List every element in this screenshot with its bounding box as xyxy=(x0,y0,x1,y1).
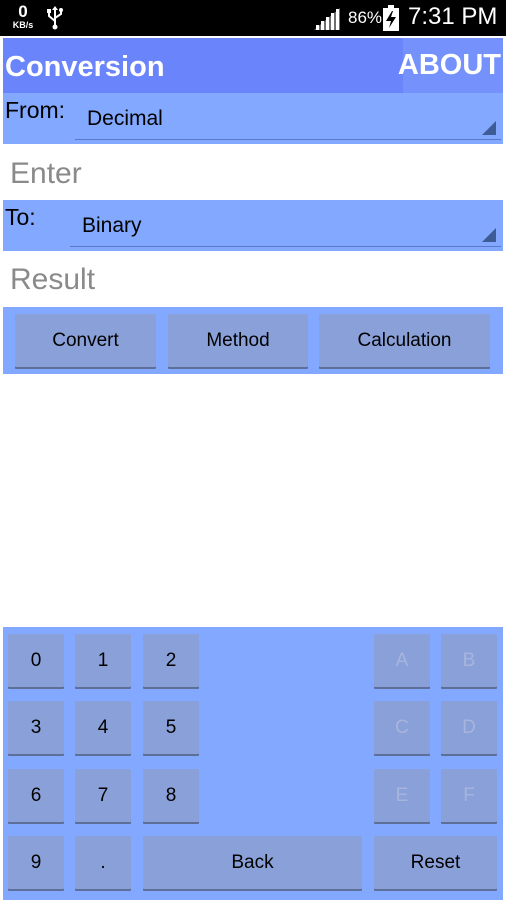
from-label: From: xyxy=(5,97,66,123)
from-dropdown[interactable]: Decimal xyxy=(75,95,501,140)
method-button[interactable]: Method xyxy=(168,314,308,367)
key-3[interactable]: 3 xyxy=(8,701,64,754)
key-f[interactable]: F xyxy=(441,769,497,822)
network-speed-value: 0 xyxy=(18,2,28,21)
key-dot[interactable]: . xyxy=(75,836,131,889)
app-title: Conversion xyxy=(5,51,165,83)
key-6[interactable]: 6 xyxy=(8,769,64,822)
convert-button[interactable]: Convert xyxy=(15,314,156,367)
to-label: To: xyxy=(5,204,36,230)
signal-icon xyxy=(314,8,340,35)
key-0[interactable]: 0 xyxy=(8,634,64,687)
action-bar: Convert Method Calculation xyxy=(3,307,503,374)
battery-percent: 86% xyxy=(348,8,383,27)
battery-charging-icon xyxy=(383,5,399,36)
dropdown-arrow-icon xyxy=(482,228,496,242)
key-a[interactable]: A xyxy=(374,634,430,687)
title-bar: Conversion ABOUT xyxy=(3,38,503,93)
reset-button[interactable]: Reset xyxy=(374,836,497,889)
result-field: Result xyxy=(10,263,96,296)
enter-input[interactable]: Enter xyxy=(10,157,82,191)
key-c[interactable]: C xyxy=(374,701,430,754)
about-button[interactable]: ABOUT xyxy=(398,38,503,93)
key-8[interactable]: 8 xyxy=(143,769,199,822)
to-row: To: Binary xyxy=(3,200,503,251)
key-e[interactable]: E xyxy=(374,769,430,822)
dropdown-arrow-icon xyxy=(482,121,496,135)
network-speed-unit: KB/s xyxy=(12,20,34,30)
key-4[interactable]: 4 xyxy=(75,701,131,754)
key-2[interactable]: 2 xyxy=(143,634,199,687)
key-1[interactable]: 1 xyxy=(75,634,131,687)
from-dropdown-value: Decimal xyxy=(87,107,163,130)
key-b[interactable]: B xyxy=(441,634,497,687)
status-bar: 0 KB/s 86% 7:31 PM xyxy=(0,0,506,36)
network-speed: 0 KB/s xyxy=(8,3,38,30)
to-dropdown-value: Binary xyxy=(82,214,142,237)
back-button[interactable]: Back xyxy=(143,836,362,889)
from-row: From: Decimal xyxy=(3,93,503,144)
clock: 7:31 PM xyxy=(408,3,498,30)
usb-icon xyxy=(46,6,64,35)
key-5[interactable]: 5 xyxy=(143,701,199,754)
calculation-button[interactable]: Calculation xyxy=(319,314,490,367)
to-dropdown[interactable]: Binary xyxy=(70,202,501,247)
key-9[interactable]: 9 xyxy=(8,836,64,889)
key-d[interactable]: D xyxy=(441,701,497,754)
keypad: 0 1 2 A B 3 4 5 C D 6 7 8 E F 9 . Back R… xyxy=(3,627,503,900)
key-7[interactable]: 7 xyxy=(75,769,131,822)
